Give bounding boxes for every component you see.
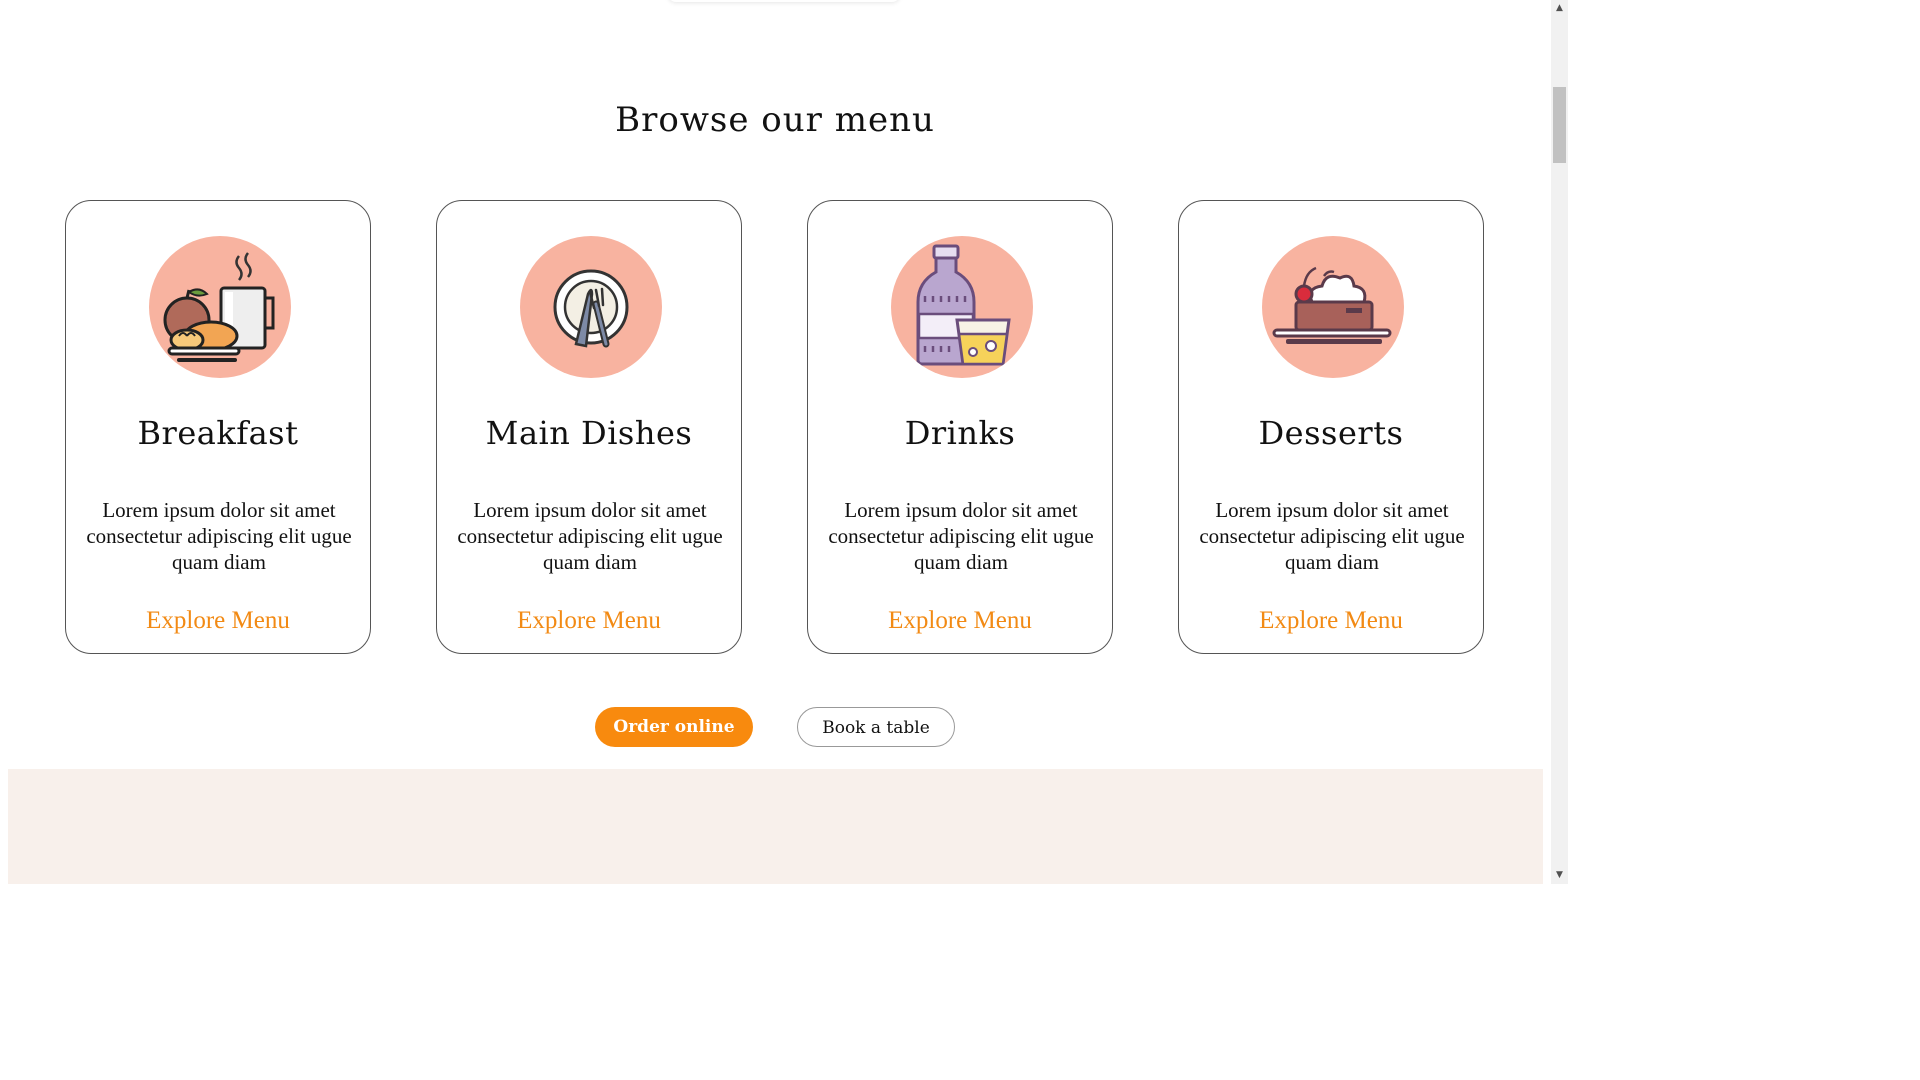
next-section-background xyxy=(8,769,1543,884)
breakfast-icon xyxy=(149,236,291,378)
card-description: Lorem ipsum dolor sit amet consectetur a… xyxy=(828,498,1094,574)
section-heading: Browse our menu xyxy=(615,100,935,140)
card-description: Lorem ipsum dolor sit amet consectetur a… xyxy=(457,498,723,574)
menu-card-breakfast: Breakfast Lorem ipsum dolor sit amet con… xyxy=(65,200,371,654)
book-table-button[interactable]: Book a table xyxy=(797,707,955,747)
card-title: Main Dishes xyxy=(485,414,693,452)
menu-card-desserts: Desserts Lorem ipsum dolor sit amet cons… xyxy=(1178,200,1484,654)
order-online-button[interactable]: Order online xyxy=(595,707,753,747)
menu-card-main-dishes: Main Dishes Lorem ipsum dolor sit amet c… xyxy=(436,200,742,654)
explore-menu-link-drinks[interactable]: Explore Menu xyxy=(808,607,1112,635)
card-title: Drinks xyxy=(904,414,1016,452)
scroll-down-arrow-icon[interactable]: ▼ xyxy=(1551,867,1568,884)
explore-menu-link-main-dishes[interactable]: Explore Menu xyxy=(437,607,741,635)
plate-cutlery-icon xyxy=(520,236,662,378)
scrollbar-thumb[interactable] xyxy=(1553,87,1566,163)
card-title: Desserts xyxy=(1258,414,1404,452)
menu-card-drinks: Drinks Lorem ipsum dolor sit amet consec… xyxy=(807,200,1113,654)
card-description: Lorem ipsum dolor sit amet consectetur a… xyxy=(1199,498,1465,574)
vertical-scrollbar[interactable]: ▲ ▼ xyxy=(1551,0,1568,884)
drinks-icon xyxy=(891,236,1033,378)
scroll-up-arrow-icon[interactable]: ▲ xyxy=(1551,0,1568,17)
dessert-cake-icon xyxy=(1262,236,1404,378)
header-tab-edge xyxy=(668,0,900,2)
explore-menu-link-desserts[interactable]: Explore Menu xyxy=(1179,607,1483,635)
explore-menu-link-breakfast[interactable]: Explore Menu xyxy=(66,607,370,635)
card-title: Breakfast xyxy=(137,414,299,452)
card-description: Lorem ipsum dolor sit amet consectetur a… xyxy=(86,498,352,574)
